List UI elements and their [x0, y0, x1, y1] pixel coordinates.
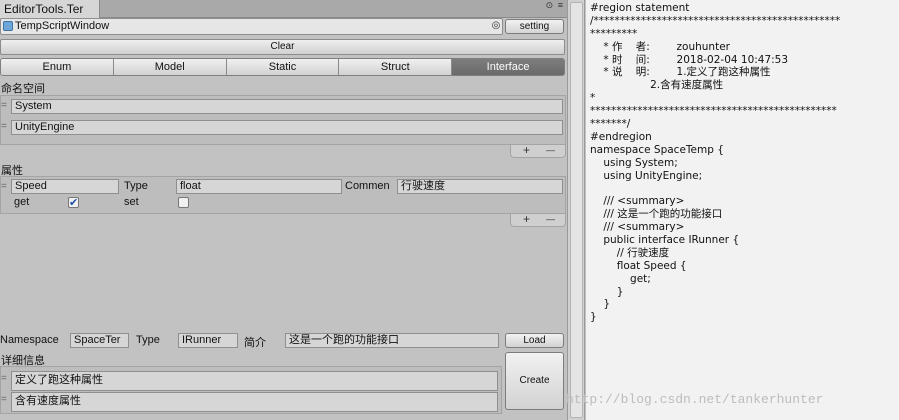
code-line: /// <summary>	[590, 195, 685, 208]
remove-property-button[interactable]: —	[546, 214, 555, 224]
namespace-section-label: 命名空间	[1, 83, 45, 95]
drag-handle-icon[interactable]: =	[1, 121, 7, 132]
drag-handle-icon[interactable]: =	[1, 181, 7, 192]
drag-handle-icon[interactable]: =	[1, 373, 7, 384]
drag-handle-icon[interactable]: =	[1, 100, 7, 111]
tab-model[interactable]: Model	[113, 59, 227, 75]
tab-controls: ⊙ ≡	[544, 0, 563, 11]
setting-button[interactable]: setting	[505, 19, 564, 34]
detail-item[interactable]: 定义了跑这种属性	[11, 371, 498, 391]
set-checkbox[interactable]	[178, 197, 189, 208]
code-line: /// 这是一个跑的功能接口	[590, 208, 723, 221]
code-line: #region statement	[590, 2, 690, 14]
code-line: *********	[590, 27, 638, 40]
detail-item[interactable]: 含有速度属性	[11, 392, 498, 412]
tab-bar: EditorTools.Ter ⊙ ≡	[0, 0, 567, 18]
code-line: }	[590, 285, 624, 298]
code-line: /***************************************…	[590, 14, 841, 27]
namespace-item[interactable]: System	[11, 99, 563, 114]
code-line: *	[590, 92, 596, 105]
code-line: public interface IRunner {	[590, 234, 740, 247]
clear-button[interactable]: Clear	[0, 39, 565, 55]
load-button[interactable]: Load	[505, 333, 564, 348]
namespace-item[interactable]: UnityEngine	[11, 120, 563, 135]
code-line: 2.含有速度属性	[590, 79, 724, 92]
code-lines: #region statement/**********************…	[590, 2, 899, 324]
editor-panel: EditorTools.Ter ⊙ ≡ TempScriptWindow ◎ s…	[0, 0, 567, 420]
property-name-field[interactable]: Speed	[11, 179, 119, 194]
code-line: }	[590, 298, 611, 311]
property-list-footer	[510, 214, 566, 227]
code-line: using UnityEngine;	[590, 169, 703, 182]
create-button[interactable]: Create	[505, 352, 564, 410]
property-type-field[interactable]: float	[176, 179, 342, 194]
type-label: Type	[136, 334, 160, 346]
code-line: #endregion	[590, 130, 652, 143]
code-line: /// <summary>	[590, 221, 685, 234]
get-checkbox[interactable]	[68, 196, 79, 209]
lock-icon[interactable]: ⊙	[546, 0, 554, 11]
editor-tab[interactable]: EditorTools.Ter	[0, 0, 100, 18]
code-line: }	[590, 311, 597, 324]
property-type-label: Type	[124, 180, 148, 192]
code-line: * 说 明: 1.定义了跑这种属性	[590, 66, 771, 79]
remove-namespace-button[interactable]: —	[546, 145, 555, 155]
code-line: * 作 者: zouhunter	[590, 40, 730, 53]
get-label: get	[14, 196, 30, 208]
window-object-field[interactable]: TempScriptWindow ◎	[0, 18, 503, 35]
summary-label: 简介	[244, 337, 266, 349]
scrollbar[interactable]	[567, 0, 585, 420]
add-namespace-button[interactable]: +	[523, 143, 530, 157]
code-line: get;	[590, 272, 651, 285]
watermark: http://blog.csdn.net/tankerhunter	[566, 392, 824, 407]
code-line: // 行驶速度	[590, 246, 670, 259]
tab-struct[interactable]: Struct	[339, 59, 453, 75]
type-tabs: Enum Model Static Struct Interface	[0, 58, 565, 76]
tab-interface[interactable]: Interface	[452, 59, 564, 75]
summary-field[interactable]: 这是一个跑的功能接口	[285, 333, 499, 348]
menu-icon[interactable]: ≡	[558, 0, 563, 10]
drag-handle-icon[interactable]: =	[1, 394, 7, 405]
set-label: set	[124, 196, 139, 208]
code-line: *******/	[590, 118, 631, 131]
add-property-button[interactable]: +	[523, 212, 530, 226]
scrollbar-thumb[interactable]	[570, 2, 583, 418]
property-comment-label: Commen	[345, 180, 390, 192]
code-line: ****************************************…	[590, 105, 837, 118]
window-name: TempScriptWindow	[15, 20, 110, 32]
code-line: * 时 间: 2018-02-04 10:47:53	[590, 53, 789, 66]
namespace-list-footer	[510, 145, 566, 158]
namespace-label: Namespace	[0, 334, 59, 346]
type-name-field[interactable]: IRunner	[178, 333, 238, 348]
code-preview: #region statement/**********************…	[586, 0, 899, 420]
code-line: using System;	[590, 156, 678, 169]
script-icon	[3, 21, 13, 31]
namespace-field[interactable]: SpaceTer	[70, 333, 129, 348]
code-line: float Speed {	[590, 259, 687, 272]
target-icon[interactable]: ◎	[490, 20, 502, 32]
property-comment-field[interactable]: 行驶速度	[397, 179, 563, 194]
tab-static[interactable]: Static	[226, 59, 340, 75]
tab-enum[interactable]: Enum	[1, 59, 114, 75]
code-line: namespace SpaceTemp {	[590, 143, 724, 156]
